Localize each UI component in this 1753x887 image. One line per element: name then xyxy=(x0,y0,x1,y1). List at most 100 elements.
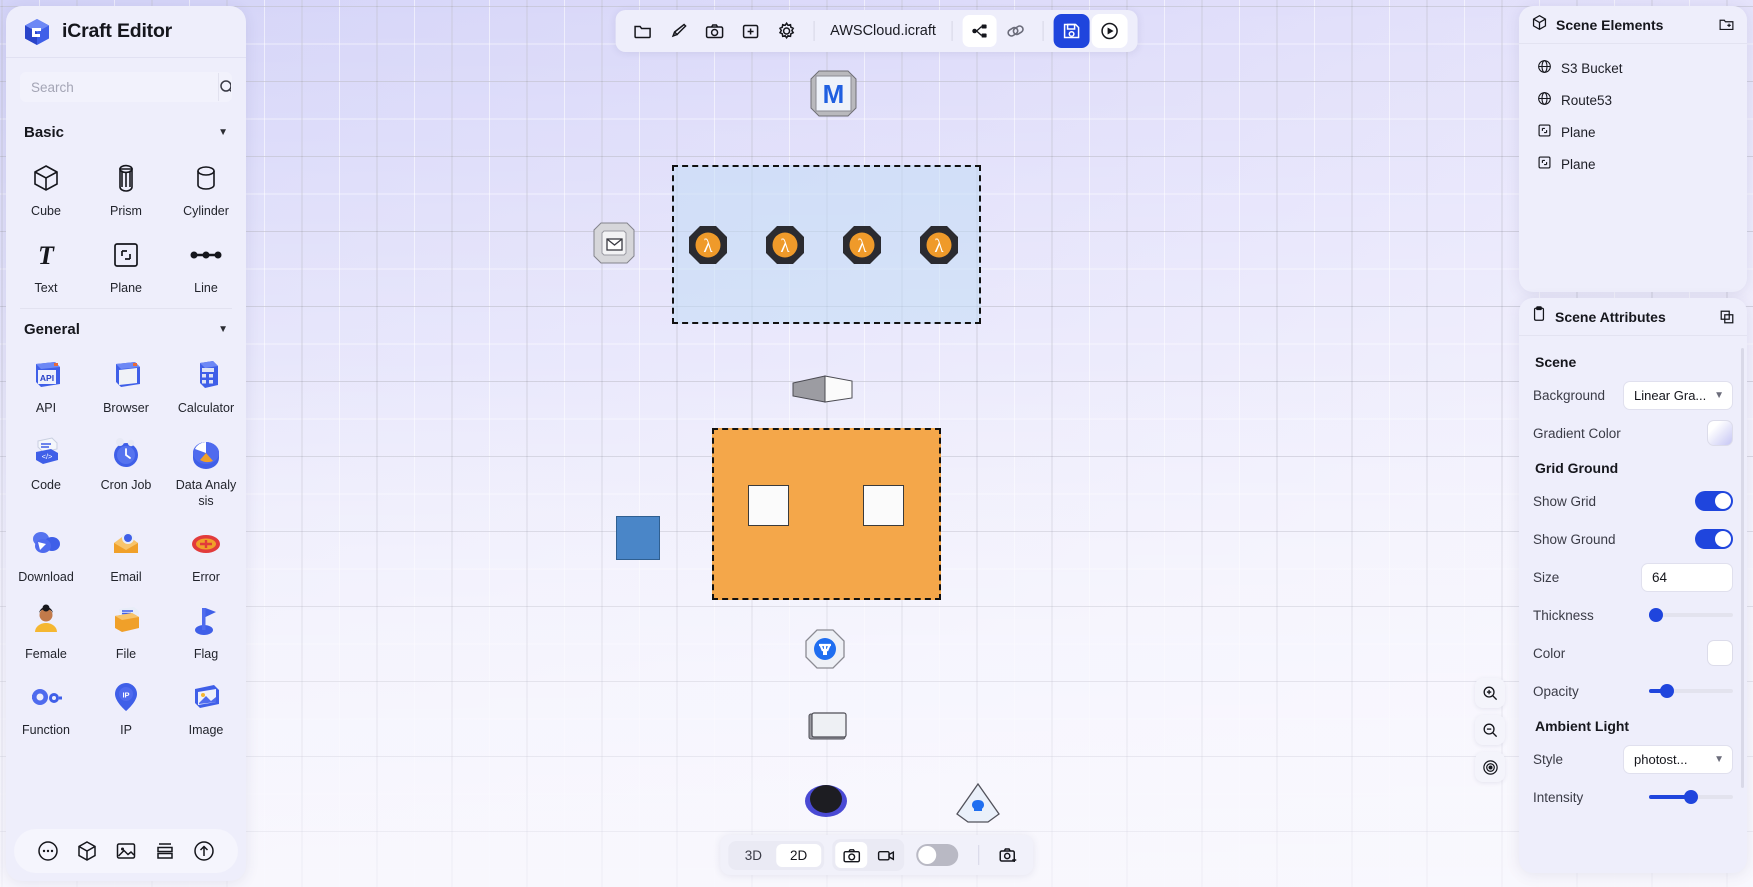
palette-item-ip[interactable]: IP IP xyxy=(86,668,166,745)
background-select[interactable]: Linear Gra... ▼ xyxy=(1623,380,1733,410)
palette-item-calculator[interactable]: Calculator xyxy=(166,346,246,423)
palette-item-label: Calculator xyxy=(177,401,235,416)
blue-square-object[interactable] xyxy=(616,516,660,560)
palette-item-email[interactable]: Email xyxy=(86,515,166,592)
palette-item-code[interactable]: </> Code xyxy=(6,423,86,515)
group-header-general[interactable]: General ▼ xyxy=(6,309,246,346)
palette-item-image[interactable]: Image xyxy=(166,668,246,745)
snapshot-add-button[interactable] xyxy=(991,839,1025,871)
grid-color-swatch[interactable] xyxy=(1707,640,1733,666)
lambda-node-2[interactable]: λ xyxy=(765,225,805,265)
group-header-basic[interactable]: Basic ▼ xyxy=(6,112,246,149)
add-box-button[interactable] xyxy=(733,15,767,47)
white-plane-1[interactable] xyxy=(748,485,789,526)
thickness-slider[interactable] xyxy=(1648,608,1733,622)
palette-item-label: Function xyxy=(22,723,70,738)
palette-item-data-analysis[interactable]: Data Analysis xyxy=(166,423,246,515)
more-dots-icon[interactable] xyxy=(37,840,59,862)
palette-item-cube[interactable]: Cube xyxy=(6,149,86,226)
palette-item-text[interactable]: T Text xyxy=(6,226,86,303)
show-ground-toggle[interactable] xyxy=(1695,529,1733,549)
top-toolbar: AWSCloud.icraft xyxy=(615,10,1138,52)
lambda-node-4[interactable]: λ xyxy=(919,225,959,265)
palette-item-cylinder[interactable]: Cylinder xyxy=(166,149,246,226)
group-title: General xyxy=(24,321,80,339)
recenter-button[interactable] xyxy=(1475,752,1505,782)
attr-row-intensity: Intensity xyxy=(1533,778,1733,816)
scene-element-route53[interactable]: Route53 xyxy=(1519,84,1747,116)
lambda-node-3[interactable]: λ xyxy=(842,225,882,265)
palette-item-label: File xyxy=(115,646,137,661)
chevron-down-icon[interactable]: ▼ xyxy=(218,127,228,138)
upload-arrow-icon[interactable] xyxy=(193,840,215,862)
palette-item-female[interactable]: Female xyxy=(6,592,86,669)
palette-item-function[interactable]: Function xyxy=(6,668,86,745)
add-folder-icon[interactable] xyxy=(1718,16,1735,33)
zoom-in-button[interactable] xyxy=(1475,678,1505,708)
palette-item-file[interactable]: File xyxy=(86,592,166,669)
scene-element-plane-1[interactable]: Plane xyxy=(1519,116,1747,148)
search-icon[interactable] xyxy=(218,73,231,101)
save-button[interactable] xyxy=(1053,14,1090,48)
picture-icon[interactable] xyxy=(115,840,137,862)
search-bar[interactable] xyxy=(20,72,232,102)
palette-item-error[interactable]: Error xyxy=(166,515,246,592)
zoom-out-button[interactable] xyxy=(1475,715,1505,745)
open-folder-button[interactable] xyxy=(625,15,659,47)
palette-grid-general: API API Browser Calculator </> Code Cron… xyxy=(6,346,246,745)
grey-box-object[interactable] xyxy=(808,712,848,747)
scene-attributes-body: Scene Background Linear Gra... ▼ Gradien… xyxy=(1519,336,1747,824)
cube-package-icon[interactable] xyxy=(76,840,98,862)
palette-item-api[interactable]: API API xyxy=(6,346,86,423)
palette-item-prism[interactable]: Prism xyxy=(86,149,166,226)
email-3d-icon xyxy=(107,524,145,564)
scene-attributes-scrollbar[interactable] xyxy=(1741,348,1744,788)
camera-button[interactable] xyxy=(697,15,731,47)
palette-item-browser[interactable]: Browser xyxy=(86,346,166,423)
chevron-down-icon[interactable]: ▼ xyxy=(218,324,228,335)
photo-camera-button[interactable] xyxy=(835,842,868,868)
render-toggle[interactable] xyxy=(916,844,959,866)
show-grid-toggle[interactable] xyxy=(1695,491,1733,511)
s3-bucket-marker[interactable] xyxy=(593,222,635,269)
view-mode-2d[interactable]: 2D xyxy=(776,843,822,867)
intensity-slider[interactable] xyxy=(1649,790,1733,804)
route53-marker[interactable] xyxy=(805,629,845,674)
opacity-slider[interactable] xyxy=(1649,684,1733,698)
dark-round-object[interactable] xyxy=(804,783,848,824)
cloudwatch-marker[interactable]: M xyxy=(810,70,857,122)
scene-element-s3-bucket[interactable]: S3 Bucket xyxy=(1519,52,1747,84)
marker-pen-button[interactable] xyxy=(661,15,695,47)
triangle-marker[interactable] xyxy=(955,782,1001,829)
wedge-shape[interactable] xyxy=(792,373,854,410)
code-3d-icon: </> xyxy=(27,432,65,472)
lambda-label: λ xyxy=(703,236,713,257)
lambda-node-1[interactable]: λ xyxy=(688,225,728,265)
layers-stack-icon[interactable] xyxy=(154,840,176,862)
search-input[interactable] xyxy=(21,73,218,101)
gradient-color-swatch[interactable] xyxy=(1707,420,1733,446)
attr-label: Thickness xyxy=(1533,607,1594,623)
scene-element-label: Plane xyxy=(1561,156,1596,172)
light-style-select[interactable]: photost... ▼ xyxy=(1623,744,1733,774)
orange-plane-object[interactable] xyxy=(712,428,941,600)
palette-item-flag[interactable]: Flag xyxy=(166,592,246,669)
white-plane-2[interactable] xyxy=(863,485,904,526)
attr-row-color: Color xyxy=(1533,634,1733,672)
palette-item-download[interactable]: Download xyxy=(6,515,86,592)
grid-size-input[interactable]: 64 xyxy=(1641,562,1733,592)
link-chain-button[interactable] xyxy=(999,15,1033,47)
attr-label: Color xyxy=(1533,645,1566,661)
gear-button[interactable] xyxy=(769,15,803,47)
palette-item-plane[interactable]: Plane xyxy=(86,226,166,303)
view-mode-segmented: 3D 2D xyxy=(727,840,825,870)
hierarchy-button[interactable] xyxy=(962,15,997,47)
video-camera-button[interactable] xyxy=(869,842,901,868)
palette-item-line[interactable]: Line xyxy=(166,226,246,303)
attr-row-thickness: Thickness xyxy=(1533,596,1733,634)
play-button[interactable] xyxy=(1091,14,1128,48)
scene-element-plane-2[interactable]: Plane xyxy=(1519,148,1747,180)
palette-item-cron-job[interactable]: Cron Job xyxy=(86,423,166,515)
copy-layers-icon[interactable] xyxy=(1719,309,1735,325)
view-mode-3d[interactable]: 3D xyxy=(731,844,776,867)
